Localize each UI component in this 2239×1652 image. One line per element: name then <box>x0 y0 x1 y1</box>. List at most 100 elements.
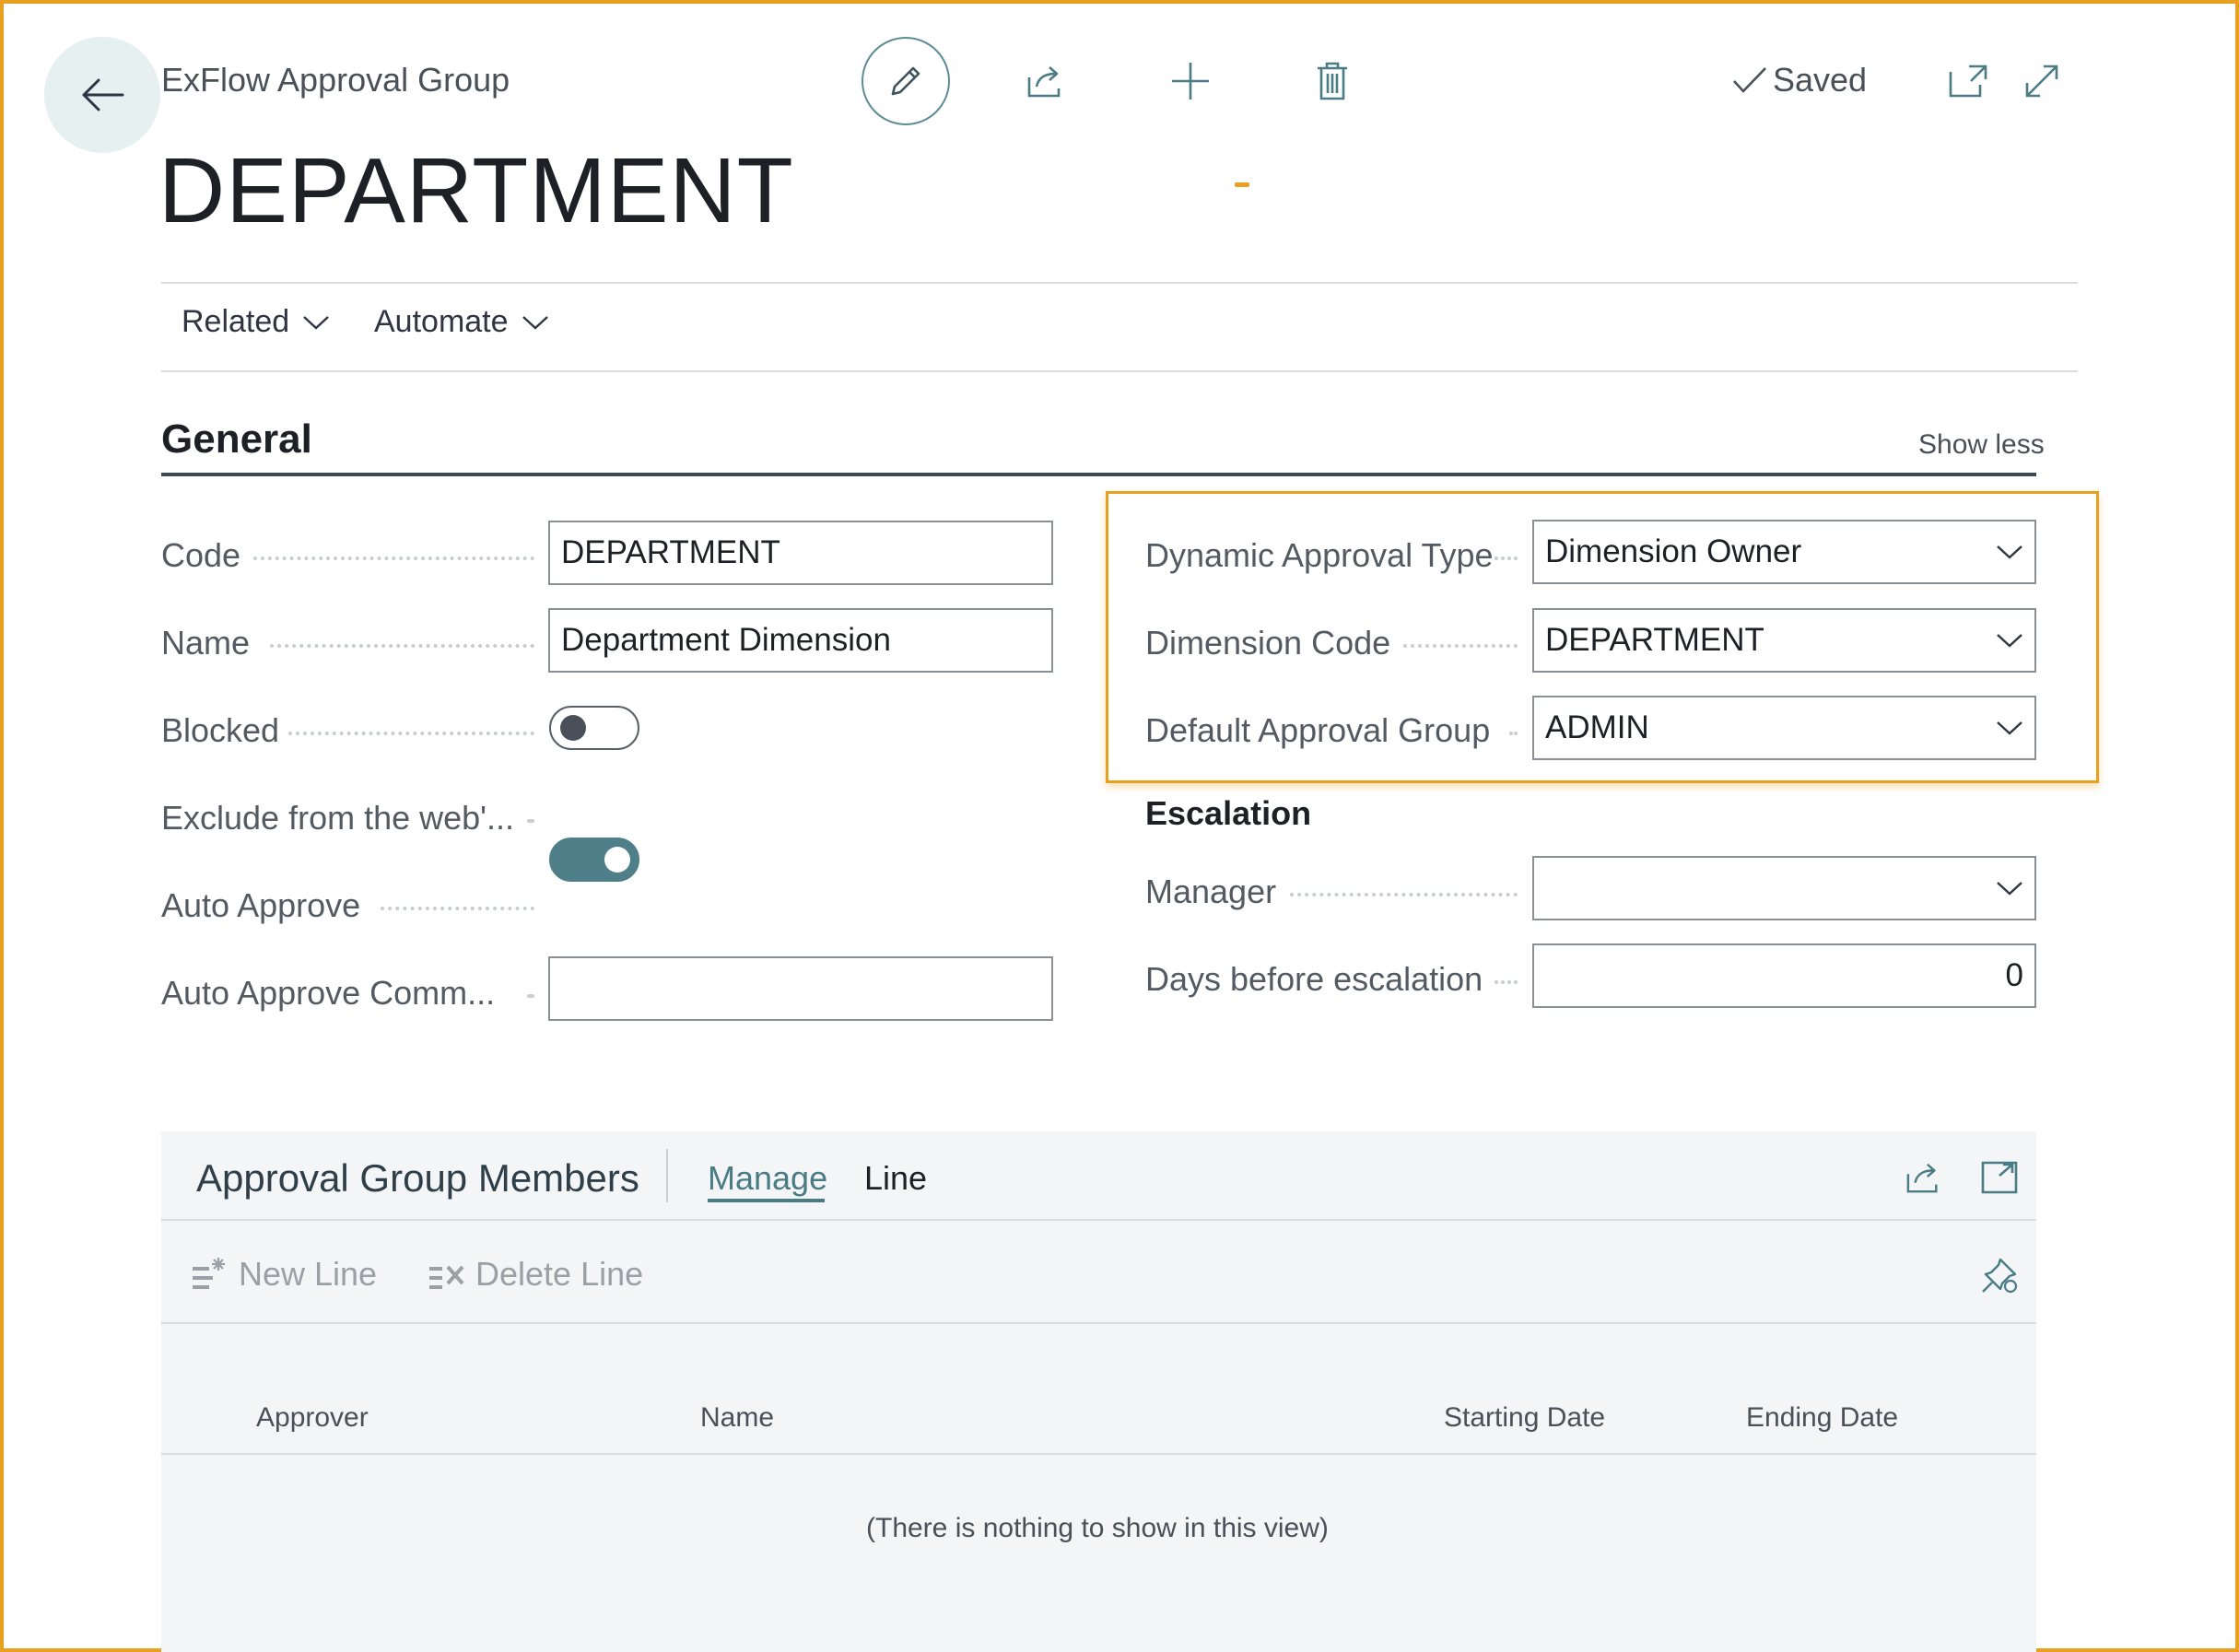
dynamic-approval-type-select[interactable]: Dimension Owner <box>1532 520 2036 584</box>
menu-related-label: Related <box>182 304 290 339</box>
leader-dots <box>1403 644 1518 648</box>
divider <box>161 282 2078 284</box>
default-approval-group-value: ADMIN <box>1545 709 1649 745</box>
toggle-knob <box>560 715 586 741</box>
pin-icon <box>1982 1258 2018 1294</box>
chevron-down-icon <box>522 315 548 330</box>
blocked-toggle[interactable] <box>549 706 639 750</box>
back-button[interactable] <box>44 37 160 153</box>
leader-dots <box>1509 732 1518 735</box>
members-open-page-button[interactable] <box>1972 1150 2027 1205</box>
edit-button[interactable] <box>862 37 950 125</box>
code-value: DEPARTMENT <box>561 534 780 570</box>
auto-approve-comment-label: Auto Approve Comm... <box>161 974 496 1012</box>
saved-status: Saved <box>1732 61 1867 100</box>
saved-label: Saved <box>1773 61 1868 99</box>
new-line-icon <box>193 1258 225 1289</box>
column-header-approver[interactable]: Approver <box>256 1402 369 1434</box>
trash-icon <box>1318 62 1347 100</box>
leader-dots <box>527 819 534 823</box>
leader-dots <box>1290 893 1518 896</box>
expand-icon <box>2025 64 2058 98</box>
share-icon <box>1906 1163 1938 1193</box>
days-before-escalation-value: 0 <box>2005 957 2023 993</box>
delete-line-button[interactable]: Delete Line <box>426 1255 643 1294</box>
escalation-heading: Escalation <box>1145 794 1312 832</box>
open-in-page-icon <box>1981 1161 2018 1194</box>
open-in-new-window-icon <box>1949 64 1987 98</box>
section-underline <box>161 473 2036 476</box>
delete-button[interactable] <box>1305 53 1360 109</box>
leader-dots <box>1495 980 1518 984</box>
chevron-down-icon <box>1997 721 2022 735</box>
blocked-label: Blocked <box>161 711 280 749</box>
chevron-down-icon <box>1997 882 2022 896</box>
orange-marker <box>1235 182 1249 187</box>
dynamic-approval-type-label: Dynamic Approval Type <box>1145 536 1494 574</box>
arrow-left-icon <box>82 78 124 111</box>
share-button[interactable] <box>1018 53 1073 109</box>
expand-button[interactable] <box>2014 53 2069 109</box>
page-title: DEPARTMENT <box>158 139 794 242</box>
exclude-toggle[interactable] <box>549 838 639 882</box>
leader-dots <box>270 644 534 648</box>
code-label: Code <box>161 536 241 574</box>
divider <box>161 370 2078 372</box>
page-caption: ExFlow Approval Group <box>161 61 510 99</box>
menu-automate-label: Automate <box>374 304 509 339</box>
divider <box>161 1453 2036 1455</box>
manager-label: Manager <box>1145 873 1277 910</box>
auto-approve-comment-field[interactable] <box>548 956 1053 1021</box>
name-field[interactable]: Department Dimension <box>548 608 1053 673</box>
tab-line[interactable]: Line <box>864 1159 927 1198</box>
chevron-down-icon <box>1997 634 2022 648</box>
column-header-ending-date[interactable]: Ending Date <box>1746 1402 1898 1434</box>
leader-dots <box>527 994 534 998</box>
default-approval-group-select[interactable]: ADMIN <box>1532 696 2036 760</box>
dimension-code-value: DEPARTMENT <box>1545 622 1764 658</box>
tab-manage[interactable]: Manage <box>708 1159 827 1198</box>
new-line-button[interactable]: New Line <box>189 1255 377 1294</box>
menu-automate[interactable]: Automate <box>374 304 549 340</box>
members-share-button[interactable] <box>1896 1150 1952 1205</box>
members-title: Approval Group Members <box>196 1156 639 1200</box>
dimension-code-label: Dimension Code <box>1145 624 1391 662</box>
default-approval-group-label: Default Approval Group <box>1145 711 1491 749</box>
chevron-down-icon <box>303 315 330 330</box>
new-line-label: New Line <box>239 1255 378 1293</box>
column-header-starting-date[interactable]: Starting Date <box>1444 1402 1605 1434</box>
show-less-link[interactable]: Show less <box>1918 429 2045 461</box>
toggle-knob <box>604 847 630 873</box>
plus-icon <box>1172 63 1209 100</box>
column-header-name[interactable]: Name <box>700 1402 774 1434</box>
exclude-label: Exclude from the web'... <box>161 799 515 837</box>
members-panel <box>161 1131 2036 1652</box>
dynamic-approval-type-value: Dimension Owner <box>1545 533 1802 569</box>
delete-line-label: Delete Line <box>475 1255 644 1293</box>
auto-approve-label: Auto Approve <box>161 886 361 924</box>
divider <box>161 1322 2036 1324</box>
new-button[interactable] <box>1163 53 1218 109</box>
days-before-escalation-field[interactable]: 0 <box>1532 943 2036 1008</box>
delete-line-icon <box>429 1265 464 1289</box>
dimension-code-select[interactable]: DEPARTMENT <box>1532 608 2036 673</box>
chevron-down-icon <box>1997 545 2022 559</box>
days-before-escalation-label: Days before escalation <box>1145 960 1483 998</box>
leader-dots <box>1495 557 1518 560</box>
open-new-window-button[interactable] <box>1940 53 1996 109</box>
code-field[interactable]: DEPARTMENT <box>548 521 1053 585</box>
leader-dots <box>381 907 534 910</box>
members-pin-button[interactable] <box>1972 1248 2027 1303</box>
menu-related[interactable]: Related <box>182 304 330 340</box>
tab-separator <box>666 1149 668 1202</box>
name-label: Name <box>161 624 251 662</box>
leader-dots <box>288 732 534 735</box>
tab-manage-underline <box>708 1199 825 1202</box>
manager-select[interactable] <box>1532 856 2036 920</box>
pencil-icon <box>891 66 920 96</box>
divider <box>161 1219 2036 1221</box>
leader-dots <box>253 557 534 560</box>
checkmark-icon <box>1733 67 1766 93</box>
section-title-general[interactable]: General <box>161 416 312 463</box>
empty-state-text: (There is nothing to show in this view) <box>866 1513 1329 1543</box>
